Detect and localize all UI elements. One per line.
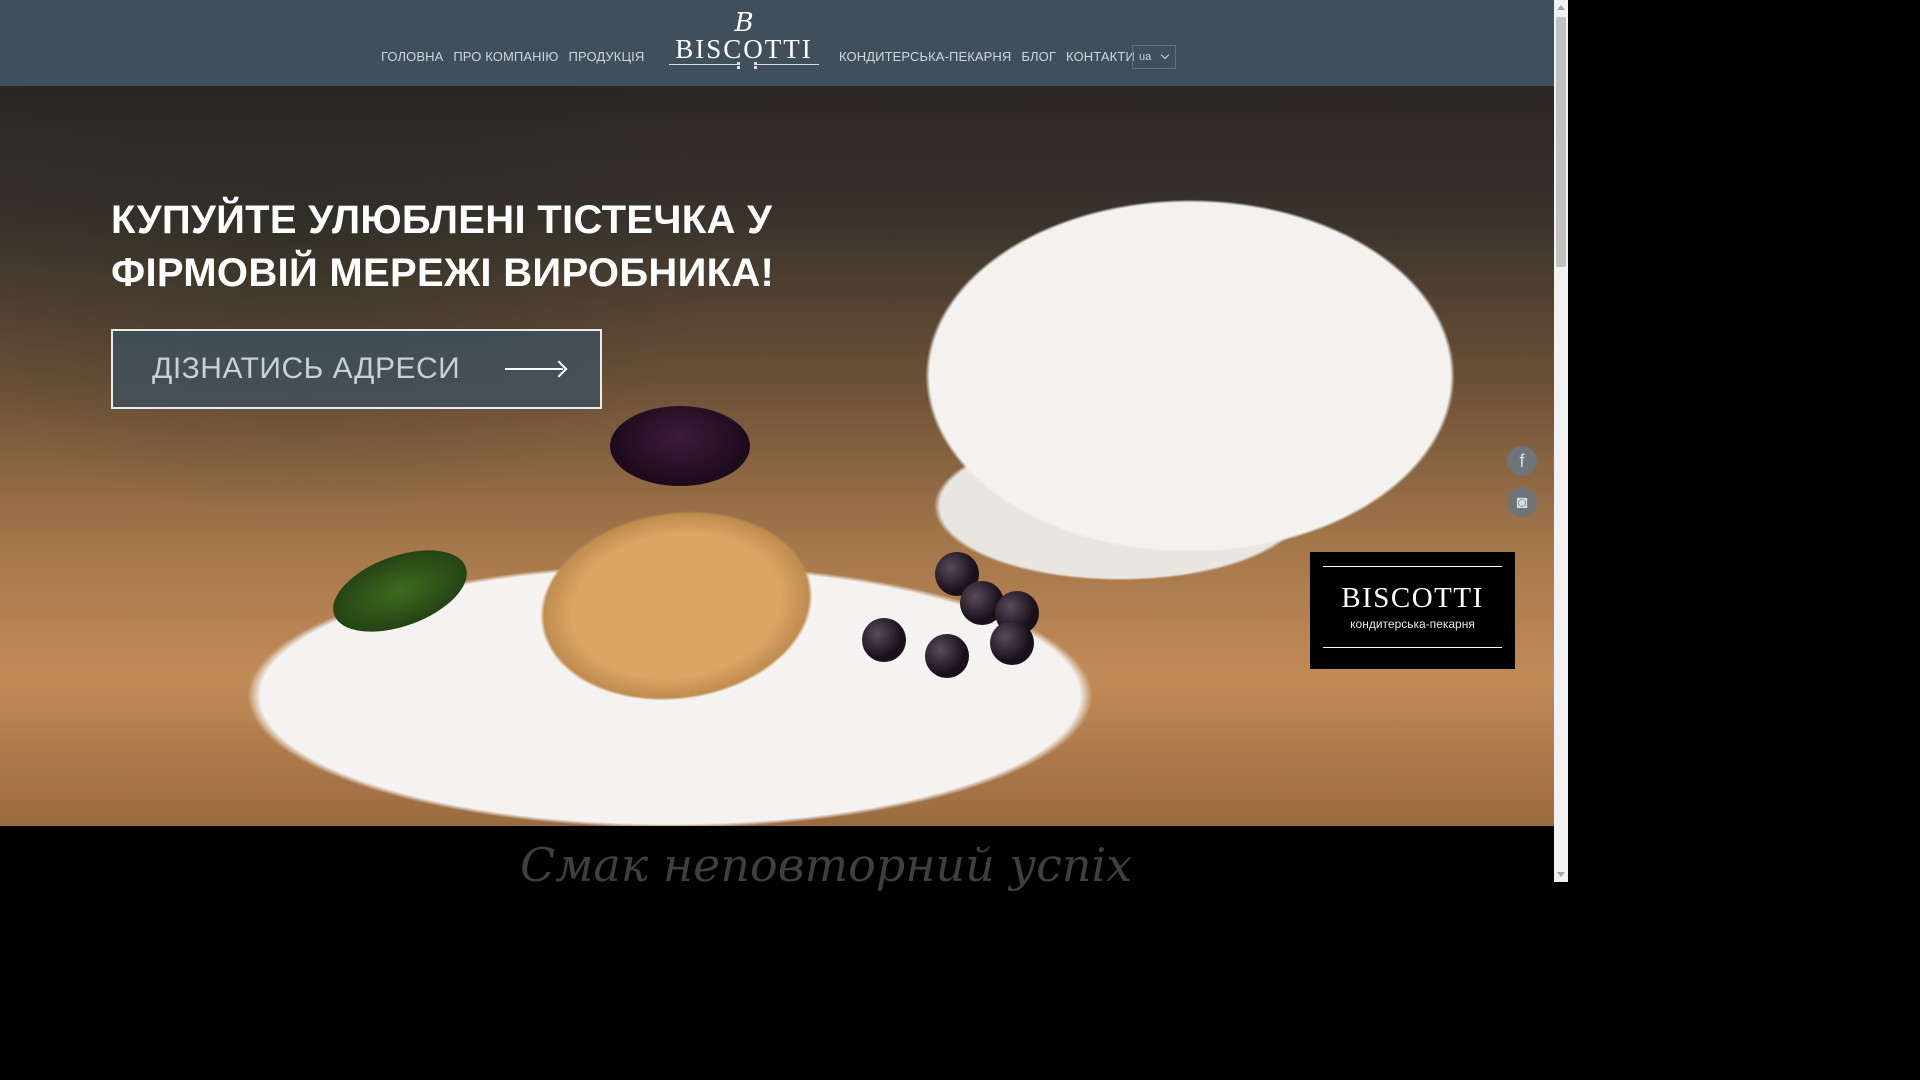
find-addresses-button[interactable]: ДІЗНАТИСЬ АДРЕСИ — [111, 329, 602, 409]
logo-ornament — [669, 62, 819, 66]
logo-monogram: B — [734, 8, 754, 38]
badge-rule-top — [1323, 566, 1502, 567]
nav-item-bakery[interactable]: КОНДИТЕРСЬКА-ПЕКАРНЯ — [839, 49, 1011, 64]
nav-item-products[interactable]: ПРОДУКЦІЯ — [569, 49, 645, 64]
nav-left: ГОЛОВНА ПРО КОМПАНІЮ ПРОДУКЦІЯ — [381, 49, 654, 64]
facebook-glyph: f — [1519, 450, 1525, 471]
instagram-glyph: ◙ — [1516, 491, 1528, 512]
brand-badge: BISCOTTI кондитерська-пекарня — [1310, 552, 1515, 669]
jam-topping-image — [610, 406, 750, 486]
hero-banner: КУПУЙТЕ УЛЮБЛЕНІ ТІСТЕЧКА У ФІРМОВІЙ МЕР… — [0, 86, 1554, 826]
badge-subtitle: кондитерська-пекарня — [1350, 617, 1475, 631]
instagram-icon[interactable]: ◙ — [1507, 487, 1537, 517]
nav-item-contacts[interactable]: КОНТАКТИ — [1066, 49, 1135, 64]
scrollbar-thumb[interactable] — [1556, 17, 1566, 267]
section-tagline: Смак неповторний успіх — [520, 838, 1133, 892]
badge-rule-bottom — [1323, 647, 1502, 648]
berry-image — [862, 618, 906, 662]
site-header: ГОЛОВНА ПРО КОМПАНІЮ ПРОДУКЦІЯ B BISCOTT… — [0, 0, 1554, 86]
cta-label: ДІЗНАТИСЬ АДРЕСИ — [152, 352, 461, 385]
scroll-down-icon[interactable] — [1557, 872, 1565, 877]
badge-wordmark: BISCOTTI — [1341, 582, 1484, 614]
page-scrollbar[interactable] — [1554, 0, 1568, 882]
language-value: ua — [1139, 51, 1152, 63]
site-logo[interactable]: B BISCOTTI — [664, 10, 824, 76]
hero-headline: КУПУЙТЕ УЛЮБЛЕНІ ТІСТЕЧКА У ФІРМОВІЙ МЕР… — [111, 198, 775, 295]
facebook-icon[interactable]: f — [1507, 446, 1537, 476]
berry-image — [925, 634, 969, 678]
berry-image — [990, 621, 1034, 665]
nav-item-blog[interactable]: БЛОГ — [1021, 49, 1056, 64]
logo-wordmark: BISCOTTI — [675, 34, 813, 64]
chevron-down-icon — [1160, 50, 1170, 60]
arrow-right-icon — [505, 368, 563, 370]
scroll-up-icon[interactable] — [1557, 5, 1565, 10]
nav-item-home[interactable]: ГОЛОВНА — [381, 49, 443, 64]
language-select[interactable]: ua — [1132, 45, 1176, 69]
leaf-decoration — [322, 534, 478, 648]
nav-right: КОНДИТЕРСЬКА-ПЕКАРНЯ БЛОГ КОНТАКТИ — [839, 49, 1145, 64]
nav-item-about[interactable]: ПРО КОМПАНІЮ — [453, 49, 558, 64]
